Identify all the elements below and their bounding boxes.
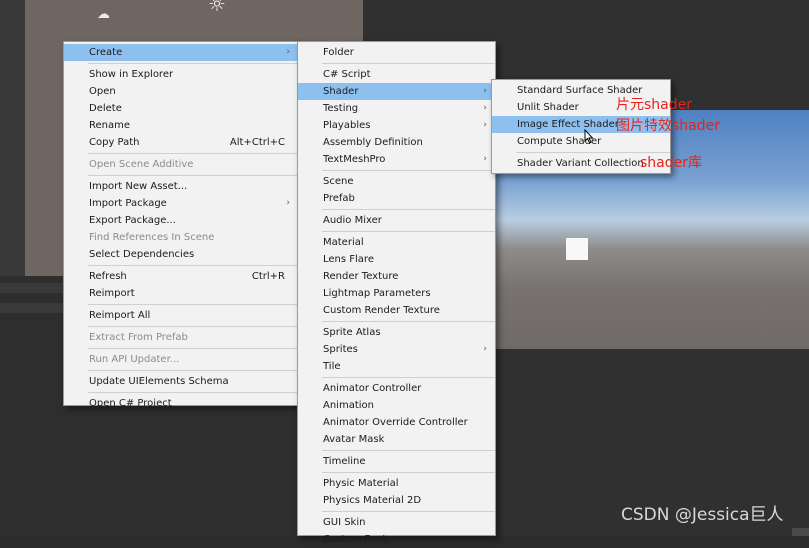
menu-item-animator-override-controller[interactable]: Animator Override Controller [298,414,495,431]
annotation-image-effect-shader: 图片特效shader [616,118,721,134]
menu-separator [322,511,495,512]
menu-separator [322,472,495,473]
mouse-cursor-icon [584,129,594,144]
menu-item-timeline[interactable]: Timeline [298,453,495,470]
menu-item-prefab[interactable]: Prefab [298,190,495,207]
menu-separator [88,175,298,176]
menu-item-run-api-updater: Run API Updater... [89,354,180,365]
menu-item-reimport[interactable]: Reimport [64,285,298,302]
shortcut-label: Alt+Ctrl+C [229,137,285,148]
menu-item-physic-material[interactable]: Physic Material [298,475,495,492]
menu-item-import-new-asset[interactable]: Import New Asset... [64,178,298,195]
annotation-unlit-shader: 片元shader [616,97,693,113]
menu-separator [322,321,495,322]
menu-item-lens-flare[interactable]: Lens Flare [298,251,495,268]
menu-separator [322,209,495,210]
menu-item-avatar-mask[interactable]: Avatar Mask [298,431,495,448]
menu-item-show-in-explorer[interactable]: Show in Explorer [64,66,298,83]
menu-item-scene[interactable]: Scene [298,173,495,190]
menu-item-csharp-script[interactable]: C# Script [298,66,495,83]
menu-item-create[interactable]: Create › [64,44,298,61]
create-submenu: Folder C# Script Shader › Testing › Playab… [297,41,496,545]
menu-item-playables[interactable]: Playables › [298,117,495,134]
menu-item-delete[interactable]: Delete [64,100,298,117]
menu-separator [88,326,298,327]
menu-separator [322,63,495,64]
menu-item-rename[interactable]: Rename [64,117,298,134]
menu-separator [322,450,495,451]
menu-item-gui-skin[interactable]: GUI Skin [298,514,495,531]
menu-separator [88,265,298,266]
menu-item-select-dependencies[interactable]: Select Dependencies [64,246,298,263]
chevron-right-icon: › [483,103,487,113]
menu-item-compute-shader[interactable]: Compute Shader [492,133,670,150]
cloud-icon: ☁ [97,7,110,22]
menu-item-open-scene-additive: Open Scene Additive [89,159,194,170]
menu-item-find-references: Find References In Scene [89,232,215,243]
menu-separator [88,392,298,393]
chevron-right-icon: › [483,86,487,96]
menu-item-lightmap-parameters[interactable]: Lightmap Parameters [298,285,495,302]
menu-item-custom-render-texture[interactable]: Custom Render Texture [298,302,495,319]
menu-separator [516,152,670,153]
menu-item-import-package[interactable]: Import Package › [64,195,298,212]
menu-item-open[interactable]: Open [64,83,298,100]
menu-separator [322,170,495,171]
menu-separator [322,377,495,378]
chevron-right-icon: › [286,198,290,208]
menu-item-refresh[interactable]: Refresh Ctrl+R [64,268,298,285]
menu-item-render-texture[interactable]: Render Texture [298,268,495,285]
menu-separator [88,63,298,64]
menu-separator [88,153,298,154]
menu-item-assembly-definition[interactable]: Assembly Definition [298,134,495,151]
sun-icon: ☼ [208,0,226,16]
menu-separator [322,231,495,232]
menu-separator [88,304,298,305]
menu-item-tile[interactable]: Tile [298,358,495,375]
watermark: CSDN @Jessica巨人 [621,505,784,525]
game-cube [566,238,588,260]
menu-item-testing[interactable]: Testing › [298,100,495,117]
menu-item-export-package[interactable]: Export Package... [64,212,298,229]
context-menu: Create › Show in Explorer Open Delete Ren… [63,41,299,409]
menu-item-update-uielements-schema[interactable]: Update UIElements Schema [64,373,298,390]
menu-item-folder[interactable]: Folder [298,44,495,61]
chevron-right-icon: › [483,120,487,130]
menu-item-custom-font[interactable]: Custom Font [298,531,495,548]
menu-item-sprite-atlas[interactable]: Sprite Atlas [298,324,495,341]
menu-item-material[interactable]: Material [298,234,495,251]
menu-item-animator-controller[interactable]: Animator Controller [298,380,495,397]
menu-item-animation[interactable]: Animation [298,397,495,414]
menu-item-audio-mixer[interactable]: Audio Mixer [298,212,495,229]
menu-item-reimport-all[interactable]: Reimport All [64,307,298,324]
annotation-shader-variant-collection: shader库 [640,155,703,171]
corner-tab [792,528,809,536]
menu-item-textmeshpro[interactable]: TextMeshPro › [298,151,495,168]
menu-item-physics-material-2d[interactable]: Physics Material 2D [298,492,495,509]
chevron-right-icon: › [483,154,487,164]
menu-item-shader[interactable]: Shader › [298,83,495,100]
chevron-right-icon: › [483,344,487,354]
menu-separator [88,370,298,371]
chevron-right-icon: › [286,47,290,57]
menu-separator [88,348,298,349]
menu-item-open-csharp-project[interactable]: Open C# Project [64,395,298,412]
menu-item-copy-path[interactable]: Copy Path Alt+Ctrl+C [64,134,298,151]
menu-item-sprites[interactable]: Sprites › [298,341,495,358]
shortcut-label: Ctrl+R [251,271,285,282]
menu-item-extract-from-prefab: Extract From Prefab [89,332,188,343]
